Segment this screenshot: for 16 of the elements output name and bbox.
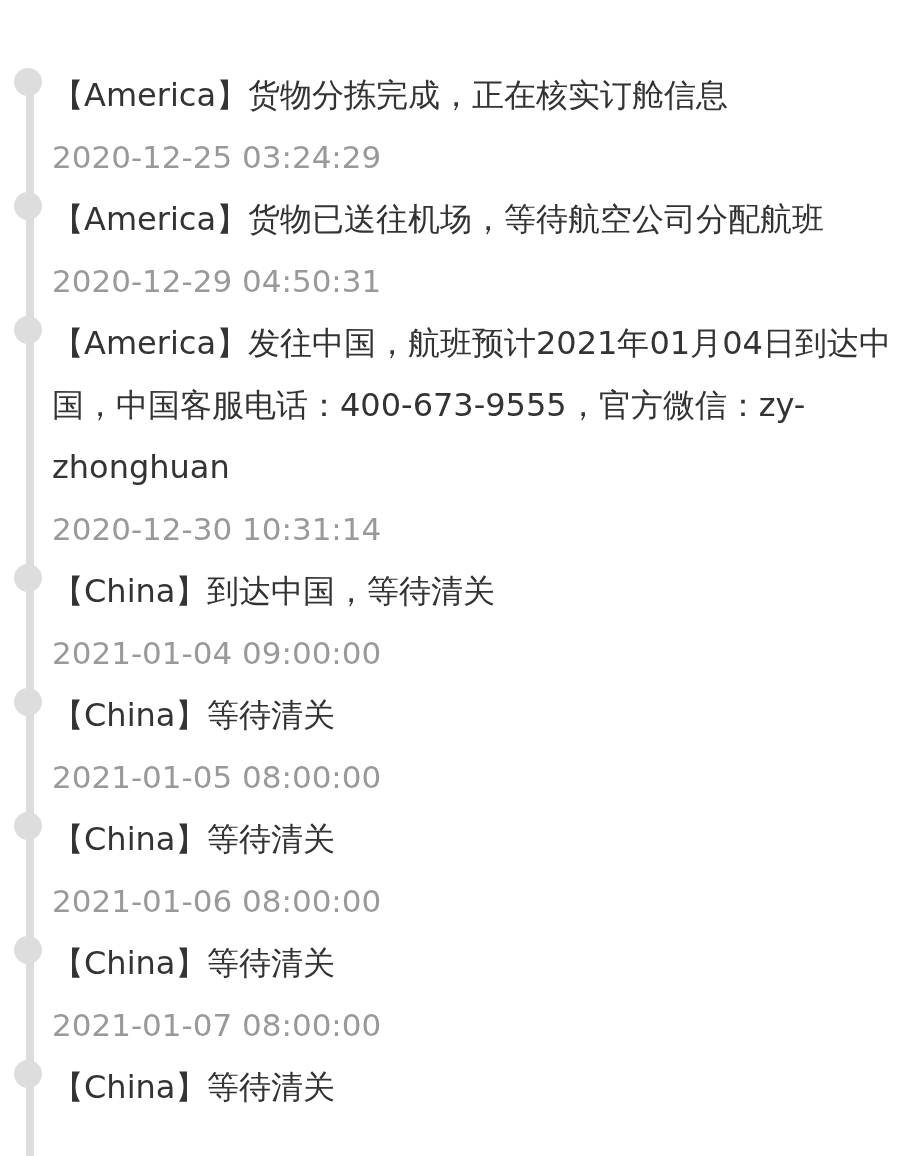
event-time: 2021-01-07 08:00:00 [52,1006,383,1045]
event-time: 2021-01-05 08:00:00 [52,758,383,797]
event-description: 【China】等待清关 [52,943,337,984]
event-time: 2020-12-30 10:31:14 [52,510,383,549]
timeline-dot [14,68,42,96]
event-time: 2020-12-25 03:24:29 [52,138,383,177]
event-description: 【China】等待清关 [52,819,337,860]
event-description: 【America】货物分拣完成，正在核实订舱信息 [52,75,729,116]
event-description: 【China】等待清关 [52,695,337,736]
event-description: 【America】货物已送往机场，等待航空公司分配航班 [52,199,825,240]
event-description: 【China】到达中国，等待清关 [52,571,497,612]
event-description: 【China】等待清关 [52,1067,337,1108]
event-time: 2020-12-29 04:50:31 [52,262,383,301]
event-description: 【America】发往中国，航班预计2021年01月04日到达中国，中国客服电话：400-673-9555，官方微信：zy-zhonghuan [52,323,892,488]
event-time: 2021-01-04 09:00:00 [52,634,383,673]
event-time: 2021-01-06 08:00:00 [52,882,383,921]
